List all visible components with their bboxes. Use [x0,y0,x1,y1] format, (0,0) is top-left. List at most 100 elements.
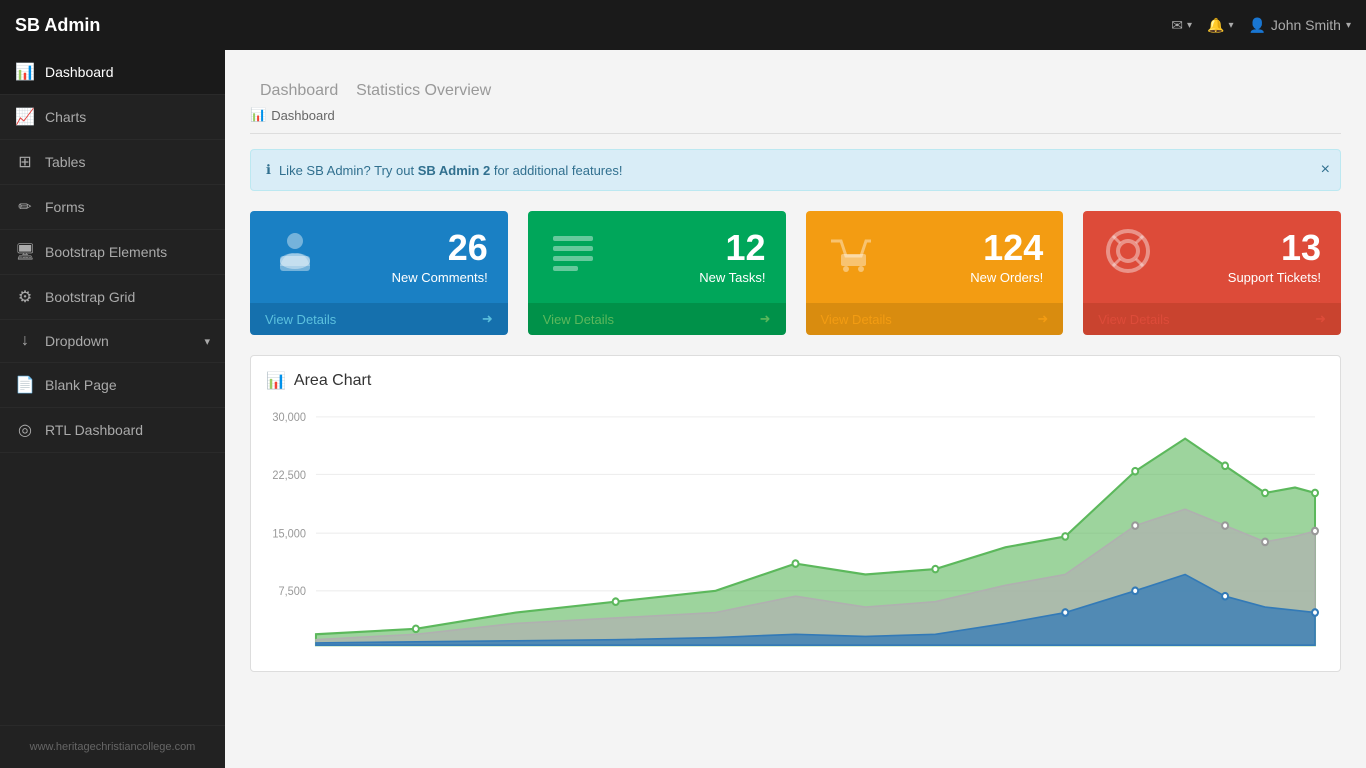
sidebar-icon-rtl-dashboard: ◎ [15,420,35,440]
mail-caret: ▾ [1187,20,1192,31]
alert-icon: ℹ [266,162,271,178]
sidebar-label-forms: Forms [45,199,85,215]
sidebar-label-tables: Tables [45,154,85,170]
stat-card-tickets: 13 Support Tickets! View Details ➜ [1083,211,1341,335]
sidebar-icon-charts: 📈 [15,107,35,127]
layout: 📊 Dashboard 📈 Charts ⊞ Tables ✏ Forms 🖥 … [0,50,1366,768]
chart-title-text: Area Chart [294,372,371,390]
user-menu[interactable]: 👤 John Smith ▾ [1248,17,1351,34]
stat-card-number-tickets: 13 [1228,230,1321,266]
chart-container: 30,000 22,500 15,000 7,500 [266,406,1325,656]
user-name: John Smith [1271,17,1341,33]
stat-card-info-tasks: 12 New Tasks! [699,230,765,285]
view-details-icon-orders: ➜ [1037,311,1048,327]
stat-card-bottom-comments[interactable]: View Details ➜ [250,303,508,335]
sidebar-icon-tables: ⊞ [15,152,35,172]
chart-section: 📊 Area Chart 30,000 22,500 15,000 7,500 [250,355,1341,672]
stat-card-icon-orders [826,226,876,288]
stat-card-icon-comments [270,226,320,288]
stat-card-label-comments: New Comments! [392,270,488,285]
sidebar-label-bootstrap-grid: Bootstrap Grid [45,289,135,305]
stat-card-comments: 26 New Comments! View Details ➜ [250,211,508,335]
info-alert: ℹ Like SB Admin? Try out SB Admin 2 for … [250,149,1341,191]
user-caret: ▾ [1346,20,1351,31]
sidebar-item-bootstrap-elements[interactable]: 🖥 Bootstrap Elements [0,230,225,275]
sidebar-footer: www.heritagechristiancollege.com [0,725,225,768]
page-title: Dashboard Statistics Overview [250,70,1341,102]
view-details-icon-tickets: ➜ [1315,311,1326,327]
alert-link[interactable]: SB Admin 2 [418,163,490,178]
bell-menu[interactable]: 🔔 ▾ [1207,17,1233,34]
sidebar-icon-dropdown: ↓ [15,332,35,350]
chart-title: 📊 Area Chart [266,371,1325,391]
mail-icon: ✉ [1171,17,1183,34]
sidebar-label-blank-page: Blank Page [45,377,117,393]
view-details-icon-tasks: ➜ [760,311,771,327]
stat-card-icon-tasks [548,226,598,288]
stat-card-label-orders: New Orders! [970,270,1043,285]
stat-card-bottom-tickets[interactable]: View Details ➜ [1083,303,1341,335]
svg-text:15,000: 15,000 [272,528,306,540]
page-subtitle: Statistics Overview [356,82,491,99]
svg-text:7,500: 7,500 [278,586,305,598]
sidebar-item-bootstrap-grid[interactable]: ⚙ Bootstrap Grid [0,275,225,320]
sidebar-label-charts: Charts [45,109,86,125]
stat-card-icon-tickets [1103,226,1153,288]
stat-card-top-comments: 26 New Comments! [250,211,508,303]
sidebar-label-dashboard: Dashboard [45,64,114,80]
stat-card-top-tickets: 13 Support Tickets! [1083,211,1341,303]
chart-title-icon: 📊 [266,371,286,391]
view-details-label-tasks: View Details [543,312,614,327]
dropdown-arrow: ▾ [204,335,210,348]
svg-text:30,000: 30,000 [272,412,306,424]
sidebar-icon-bootstrap-grid: ⚙ [15,287,35,307]
user-icon: 👤 [1248,17,1265,34]
bell-caret: ▾ [1228,20,1233,31]
alert-text: Like SB Admin? Try out SB Admin 2 for ad… [279,163,623,178]
sidebar-label-dropdown: Dropdown [45,333,109,349]
breadcrumb-icon: 📊 [250,107,266,123]
view-details-label-tickets: View Details [1098,312,1169,327]
stat-card-tasks: 12 New Tasks! View Details ➜ [528,211,786,335]
page-header: Dashboard Statistics Overview 📊 Dashboar… [250,70,1341,134]
stat-card-info-tickets: 13 Support Tickets! [1228,230,1321,285]
alert-close-button[interactable]: × [1321,161,1330,179]
mail-menu[interactable]: ✉ ▾ [1171,17,1192,34]
app-brand: SB Admin [15,15,1171,36]
stat-card-number-orders: 124 [970,230,1043,266]
svg-text:22,500: 22,500 [272,469,306,481]
stat-card-bottom-tasks[interactable]: View Details ➜ [528,303,786,335]
sidebar: 📊 Dashboard 📈 Charts ⊞ Tables ✏ Forms 🖥 … [0,50,225,768]
stat-card-info-orders: 124 New Orders! [970,230,1043,285]
stat-card-top-orders: 124 New Orders! [806,211,1064,303]
sidebar-item-rtl-dashboard[interactable]: ◎ RTL Dashboard [0,408,225,453]
stat-card-number-tasks: 12 [699,230,765,266]
stat-card-top-tasks: 12 New Tasks! [528,211,786,303]
area-chart-svg: 30,000 22,500 15,000 7,500 [266,406,1325,656]
sidebar-item-dashboard[interactable]: 📊 Dashboard [0,50,225,95]
sidebar-item-dropdown[interactable]: ↓ Dropdown ▾ [0,320,225,363]
view-details-label-orders: View Details [821,312,892,327]
sidebar-item-forms[interactable]: ✏ Forms [0,185,225,230]
sidebar-label-rtl-dashboard: RTL Dashboard [45,422,143,438]
sidebar-icon-forms: ✏ [15,197,35,217]
sidebar-item-charts[interactable]: 📈 Charts [0,95,225,140]
stat-cards: 26 New Comments! View Details ➜ 12 New T… [250,211,1341,335]
stat-card-label-tickets: Support Tickets! [1228,270,1321,285]
sidebar-item-tables[interactable]: ⊞ Tables [0,140,225,185]
breadcrumb: 📊 Dashboard [250,107,1341,123]
stat-card-orders: 124 New Orders! View Details ➜ [806,211,1064,335]
sidebar-icon-bootstrap-elements: 🖥 [15,242,35,262]
sidebar-label-bootstrap-elements: Bootstrap Elements [45,244,167,260]
sidebar-icon-dashboard: 📊 [15,62,35,82]
view-details-icon-comments: ➜ [482,311,493,327]
sidebar-item-blank-page[interactable]: 📄 Blank Page [0,363,225,408]
breadcrumb-text: Dashboard [271,108,335,123]
main-content: Dashboard Statistics Overview 📊 Dashboar… [225,50,1366,768]
stat-card-label-tasks: New Tasks! [699,270,765,285]
stat-card-number-comments: 26 [392,230,488,266]
view-details-label-comments: View Details [265,312,336,327]
bell-icon: 🔔 [1207,17,1224,34]
stat-card-bottom-orders[interactable]: View Details ➜ [806,303,1064,335]
stat-card-info-comments: 26 New Comments! [392,230,488,285]
